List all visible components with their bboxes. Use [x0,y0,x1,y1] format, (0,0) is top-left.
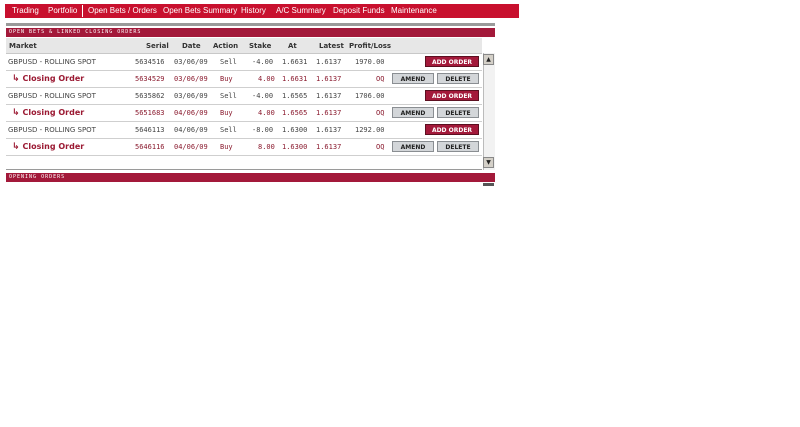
latest-price: 1.6137 [316,126,342,134]
latest-price: 1.6137 [316,75,342,83]
delete-button[interactable]: DELETE [437,141,479,152]
amend-button[interactable]: AMEND [392,141,434,152]
at-price: 1.6300 [282,143,308,151]
at-price: 1.6631 [282,58,308,66]
date: 03/06/09 [174,75,208,83]
serial: 5635862 [135,92,165,100]
date: 04/06/09 [174,126,208,134]
scroll-down-arrow-icon[interactable]: ▼ [483,157,494,168]
action: Buy [220,109,233,117]
at-price: 1.6300 [282,126,308,134]
amend-button[interactable]: AMEND [392,107,434,118]
table-row: ↳ Closing Order 5634529 03/06/09 Buy 4.00… [6,71,482,88]
nav-open-bets-orders[interactable]: Open Bets / Orders [88,4,157,18]
closing-order-label: Closing Order [22,108,85,117]
nav-deposit-funds[interactable]: Deposit Funds [333,4,385,18]
latest-price: 1.6137 [316,92,342,100]
profit-loss: OQ [376,75,385,83]
nav-portfolio[interactable]: Portfolio [48,4,77,18]
profit-loss: OQ [376,109,385,117]
profit-loss: 1970.00 [355,58,385,66]
latest-price: 1.6137 [316,58,342,66]
opening-orders-section-header: OPENING ORDERS [6,173,495,182]
action: Sell [220,92,237,100]
table-row: ↳ Closing Order 5651683 04/06/09 Buy 4.00… [6,105,482,122]
nav-separator [82,5,83,17]
open-bets-panel: OPEN BETS & LINKED CLOSING ORDERS Market… [6,23,495,186]
at-price: 1.6631 [282,75,308,83]
return-arrow-icon: ↳ [12,74,20,84]
add-order-button[interactable]: ADD ORDER [425,90,479,101]
stake: 4.00 [258,109,275,117]
serial: 5651683 [135,109,165,117]
closing-order-link[interactable]: ↳ Closing Order [12,74,84,84]
stake: 8.00 [258,143,275,151]
stake: -4.00 [252,92,274,100]
return-arrow-icon: ↳ [12,108,20,118]
nav-history[interactable]: History [241,4,266,18]
return-arrow-icon: ↳ [12,142,20,152]
table-bottom-border [6,169,482,170]
col-serial: Serial [146,42,169,50]
col-market: Market [9,42,37,50]
scrollbar-fragment [483,183,494,186]
scroll-up-arrow-icon[interactable]: ▲ [483,54,494,65]
add-order-button[interactable]: ADD ORDER [425,56,479,67]
profit-loss: OQ [376,143,385,151]
closing-order-label: Closing Order [22,142,85,151]
date: 03/06/09 [174,58,208,66]
stake: -4.00 [252,58,274,66]
delete-button[interactable]: DELETE [437,107,479,118]
action: Buy [220,143,233,151]
at-price: 1.6565 [282,92,308,100]
table-row: ↳ Closing Order 5646116 04/06/09 Buy 8.00… [6,139,482,156]
top-navigation-bar: Trading Portfolio Open Bets / Orders Ope… [5,4,519,18]
nav-open-bets-summary[interactable]: Open Bets Summary [163,4,237,18]
market-name: GBPUSD - ROLLING SPOT [8,92,96,100]
date: 04/06/09 [174,143,208,151]
table-row: GBPUSD - ROLLING SPOT 5635862 03/06/09 S… [6,88,482,105]
serial: 5634529 [135,75,165,83]
action: Sell [220,58,237,66]
nav-ac-summary[interactable]: A/C Summary [276,4,326,18]
market-name: GBPUSD - ROLLING SPOT [8,58,96,66]
serial: 5646116 [135,143,165,151]
col-latest: Latest [319,42,344,50]
closing-order-link[interactable]: ↳ Closing Order [12,108,84,118]
col-stake: Stake [249,42,272,50]
stake: 4.00 [258,75,275,83]
latest-price: 1.6137 [316,143,342,151]
table-row: GBPUSD - ROLLING SPOT 5646113 04/06/09 S… [6,122,482,139]
delete-button[interactable]: DELETE [437,73,479,84]
at-price: 1.6565 [282,109,308,117]
open-bets-section-header: OPEN BETS & LINKED CLOSING ORDERS [6,28,495,37]
closing-order-label: Closing Order [22,74,85,83]
col-at: At [288,42,297,50]
date: 04/06/09 [174,109,208,117]
profit-loss: 1292.00 [355,126,385,134]
action: Sell [220,126,237,134]
col-date: Date [182,42,201,50]
vertical-scrollbar[interactable] [483,53,495,170]
amend-button[interactable]: AMEND [392,73,434,84]
table-row: GBPUSD - ROLLING SPOT 5634516 03/06/09 S… [6,54,482,71]
nav-maintenance[interactable]: Maintenance [391,4,437,18]
serial: 5646113 [135,126,165,134]
action: Buy [220,75,233,83]
add-order-button[interactable]: ADD ORDER [425,124,479,135]
col-action: Action [213,42,239,50]
col-profit-loss: Profit/Loss [349,42,392,50]
nav-trading[interactable]: Trading [12,4,39,18]
profit-loss: 1706.00 [355,92,385,100]
latest-price: 1.6137 [316,109,342,117]
closing-order-link[interactable]: ↳ Closing Order [12,142,84,152]
serial: 5634516 [135,58,165,66]
market-name: GBPUSD - ROLLING SPOT [8,126,96,134]
date: 03/06/09 [174,92,208,100]
table-column-headers: Market Serial Date Action Stake At Lates… [6,38,482,54]
panel-top-border [6,23,495,26]
stake: -8.00 [252,126,274,134]
